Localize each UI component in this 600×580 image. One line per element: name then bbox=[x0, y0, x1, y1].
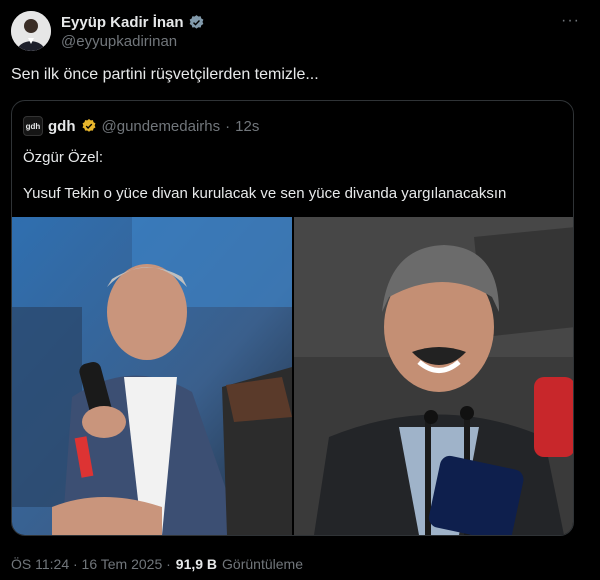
view-count: 91,9 B bbox=[175, 556, 218, 572]
verified-grey-badge-icon bbox=[189, 14, 203, 29]
quoted-time[interactable]: 12s bbox=[235, 118, 259, 135]
tweet: Eyyüp Kadir İnan @eyyupkadirinan ··· Sen… bbox=[0, 0, 600, 580]
tweet-text: Sen ilk önce partini rüşvetçilerden temi… bbox=[11, 66, 319, 83]
quoted-avatar[interactable]: gdh bbox=[23, 116, 43, 136]
author-block: Eyyüp Kadir İnan @eyyupkadirinan bbox=[61, 12, 205, 50]
quoted-tweet[interactable]: gdh gdh @gundemedairhs · 12s Özgür Özel:… bbox=[11, 100, 574, 536]
verified-gold-badge-icon bbox=[82, 119, 95, 132]
more-options-icon[interactable]: ··· bbox=[561, 12, 580, 30]
media-photo-left[interactable] bbox=[12, 217, 292, 535]
author-name-row: Eyyüp Kadir İnan bbox=[61, 12, 205, 32]
author-avatar[interactable] bbox=[11, 11, 51, 51]
tweet-timestamp[interactable]: ÖS 11:24 · 16 Tem 2025 · bbox=[11, 556, 171, 572]
author-handle[interactable]: @eyyupkadirinan bbox=[61, 33, 205, 50]
tweet-meta: ÖS 11:24 · 16 Tem 2025 · 91,9 B Görüntül… bbox=[11, 556, 303, 572]
quoted-header: gdh gdh @gundemedairhs · 12s bbox=[23, 116, 259, 136]
quoted-media bbox=[12, 217, 573, 535]
quoted-text-line-2: Yusuf Tekin o yüce divan kurulacak ve se… bbox=[23, 185, 507, 202]
quoted-separator: · bbox=[225, 117, 231, 135]
media-photo-right[interactable] bbox=[293, 217, 573, 535]
quoted-name[interactable]: gdh bbox=[48, 118, 76, 135]
view-count-label: Görüntüleme bbox=[222, 556, 303, 572]
quoted-text-line-1: Özgür Özel: bbox=[23, 149, 104, 166]
quoted-handle: @gundemedairhs bbox=[101, 117, 221, 135]
author-name[interactable]: Eyyüp Kadir İnan bbox=[61, 14, 184, 31]
